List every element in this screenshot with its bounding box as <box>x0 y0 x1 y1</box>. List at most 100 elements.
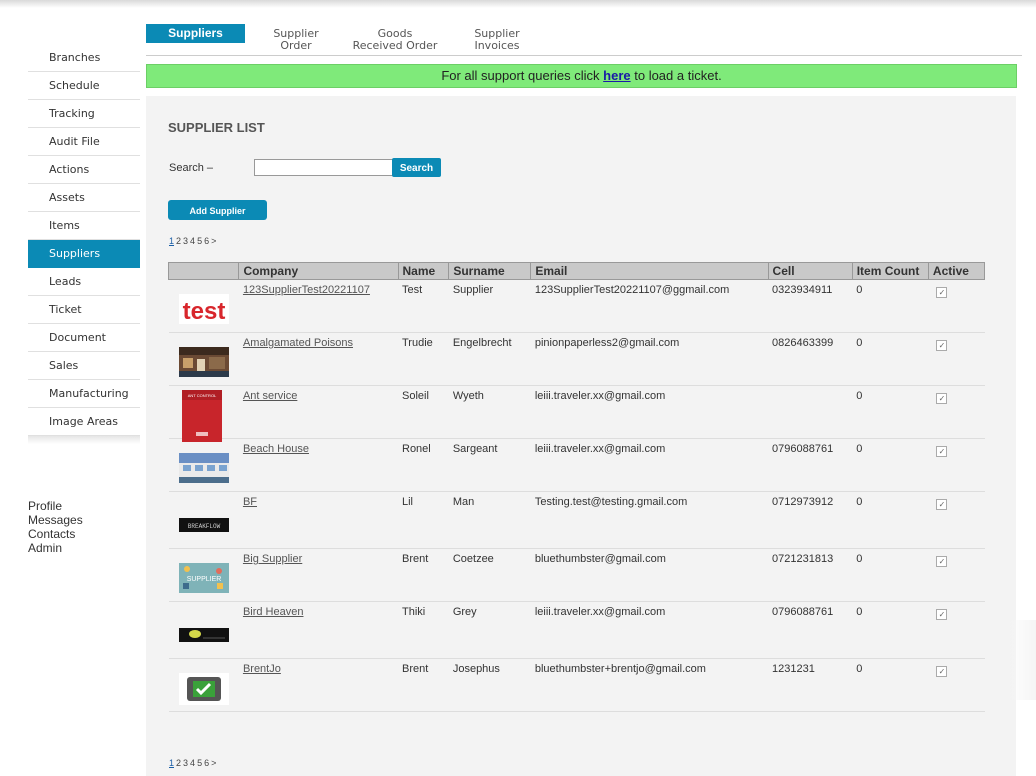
search-button[interactable]: Search <box>392 158 441 177</box>
company-link[interactable]: BF <box>243 496 257 508</box>
active-checkbox[interactable]: ✓ <box>936 393 948 404</box>
item-count-cell: 0 <box>852 385 929 439</box>
table-row[interactable]: Beach House Ronel Sargeant leiii.traveler.x… <box>168 438 985 492</box>
sidebar-item-actions[interactable]: Actions <box>28 156 140 184</box>
pagination-page[interactable]: 3 <box>183 758 188 768</box>
active-checkbox[interactable]: ✓ <box>936 446 948 457</box>
name-cell: Trudie <box>398 332 449 386</box>
company-link[interactable]: Big Supplier <box>243 553 302 565</box>
sidebar-item-branches[interactable]: Branches <box>28 44 140 72</box>
company-link[interactable]: Bird Heaven <box>243 606 304 618</box>
supplier-thumbnail-cell: SUPPLIER <box>168 548 239 602</box>
column-header <box>167 262 240 280</box>
pagination-next[interactable]: > <box>211 758 216 768</box>
window-edge-shadow <box>1006 620 1036 700</box>
sidebar-item-audit-file[interactable]: Audit File <box>28 128 140 156</box>
surname-cell: Man <box>448 491 531 549</box>
column-header: Active <box>927 262 986 280</box>
company-cell: Ant service <box>238 385 398 439</box>
pagination-page[interactable]: 1 <box>169 758 174 768</box>
company-link[interactable]: Beach House <box>243 443 309 455</box>
sidebar-item-contacts[interactable]: Contacts <box>28 527 140 541</box>
pagination-page[interactable]: 2 <box>176 758 181 768</box>
sidebar-main-nav: Branches Schedule Tracking Audit File Action… <box>28 44 140 444</box>
supplier-logo <box>178 673 229 705</box>
cell-phone-cell: 0826463399 <box>768 332 853 386</box>
cell-phone-cell: 0323934911 <box>768 279 853 333</box>
sidebar-item-manufacturing[interactable]: Manufacturing <box>28 380 140 408</box>
active-checkbox[interactable]: ✓ <box>936 609 948 620</box>
sidebar-item-assets[interactable]: Assets <box>28 184 140 212</box>
sidebar-item-sales[interactable]: Sales <box>28 352 140 380</box>
active-cell: ✓ <box>928 385 985 439</box>
cell-phone-cell: 0796088761 <box>768 601 853 659</box>
name-cell: Ronel <box>398 438 449 492</box>
sidebar-item-schedule[interactable]: Schedule <box>28 72 140 100</box>
tab-suppliers[interactable]: Suppliers <box>146 24 245 43</box>
column-header: Item Count <box>851 262 929 280</box>
active-cell: ✓ <box>928 332 985 386</box>
pagination-page[interactable]: 2 <box>176 236 181 246</box>
item-count-cell: 0 <box>852 438 929 492</box>
active-checkbox[interactable]: ✓ <box>936 556 948 567</box>
sidebar-item-suppliers[interactable]: Suppliers <box>28 240 140 268</box>
table-row[interactable]: ANT CONTROL Ant service Soleil Wyeth leiii.t… <box>168 385 985 442</box>
pagination-page[interactable]: 4 <box>190 758 195 768</box>
pagination-page[interactable]: 3 <box>183 236 188 246</box>
active-checkbox[interactable]: ✓ <box>936 666 948 677</box>
sidebar-item-tracking[interactable]: Tracking <box>28 100 140 128</box>
company-link[interactable]: 123SupplierTest20221107 <box>243 284 370 296</box>
sidebar-item-image-areas[interactable]: Image Areas <box>28 408 140 436</box>
add-supplier-button[interactable]: Add Supplier <box>168 200 267 220</box>
sidebar-item-messages[interactable]: Messages <box>28 513 140 527</box>
item-count-cell: 0 <box>852 279 929 333</box>
active-cell: ✓ <box>928 491 985 549</box>
table-header-row: Company Name Surname Email Cell Item Count Act… <box>167 262 986 280</box>
column-header: Surname <box>448 262 532 280</box>
cell-phone-cell: 0712973912 <box>768 491 853 549</box>
page-title: SUPPLIER LIST <box>168 120 265 135</box>
supplier-logo: ANT CONTROL <box>181 390 232 442</box>
active-checkbox[interactable]: ✓ <box>936 340 948 351</box>
sidebar-item-admin[interactable]: Admin <box>28 541 140 555</box>
company-cell: Big Supplier <box>238 548 398 602</box>
supplier-logo: test <box>178 294 229 325</box>
company-link[interactable]: Ant service <box>243 390 297 402</box>
tab-supplier-invoices[interactable]: Supplier Invoices <box>452 28 542 52</box>
support-ticket-link[interactable]: here <box>603 68 630 83</box>
company-link[interactable]: Amalgamated Poisons <box>243 337 353 349</box>
supplier-thumbnail-cell <box>168 332 239 386</box>
active-checkbox[interactable]: ✓ <box>936 499 948 510</box>
search-input[interactable] <box>254 159 398 176</box>
cell-phone-cell: 0721231813 <box>768 548 853 602</box>
pagination-page[interactable]: 1 <box>169 236 174 246</box>
item-count-cell: 0 <box>852 601 929 659</box>
search-label: Search – <box>169 162 214 174</box>
sidebar-item-items[interactable]: Items <box>28 212 140 240</box>
pagination-page[interactable]: 4 <box>190 236 195 246</box>
table-row[interactable]: Bird Heaven Thiki Grey leiii.traveler.xx@gm… <box>168 601 985 659</box>
sidebar-item-ticket[interactable]: Ticket <box>28 296 140 324</box>
sidebar-item-leads[interactable]: Leads <box>28 268 140 296</box>
table-row[interactable]: Amalgamated Poisons Trudie Engelbrecht pini… <box>168 332 985 386</box>
pagination-page[interactable]: 6 <box>204 758 209 768</box>
column-header: Cell <box>767 262 853 280</box>
tab-supplier-order[interactable]: Supplier Order <box>258 28 334 52</box>
company-link[interactable]: BrentJo <box>243 663 281 675</box>
pagination-page[interactable]: 5 <box>197 758 202 768</box>
table-row[interactable]: test 123SupplierTest20221107 Test Supplier 1… <box>168 279 985 333</box>
sidebar-item-document[interactable]: Document <box>28 324 140 352</box>
pagination-page[interactable]: 5 <box>197 236 202 246</box>
table-row[interactable]: BrentJo Brent Josephus bluethumbster+brentj… <box>168 658 985 712</box>
sidebar-item-profile[interactable]: Profile <box>28 499 140 513</box>
pagination-next[interactable]: > <box>211 236 216 246</box>
active-checkbox[interactable]: ✓ <box>936 287 948 298</box>
table-row[interactable]: SUPPLIER Big Supplier Brent Coetzee bluethum… <box>168 548 985 602</box>
item-count-cell: 0 <box>852 658 929 712</box>
pagination-page[interactable]: 6 <box>204 236 209 246</box>
table-row[interactable]: BREAKFLOW BF Lil Man Testing.test@testing.gm… <box>168 491 985 549</box>
supplier-thumbnail-cell: ANT CONTROL <box>168 385 239 442</box>
banner-text-suffix: to load a ticket. <box>630 68 722 83</box>
tab-goods-received-order[interactable]: Goods Received Order <box>352 28 438 52</box>
pagination-bottom: 1 2 3 4 5 6 > <box>169 758 218 768</box>
